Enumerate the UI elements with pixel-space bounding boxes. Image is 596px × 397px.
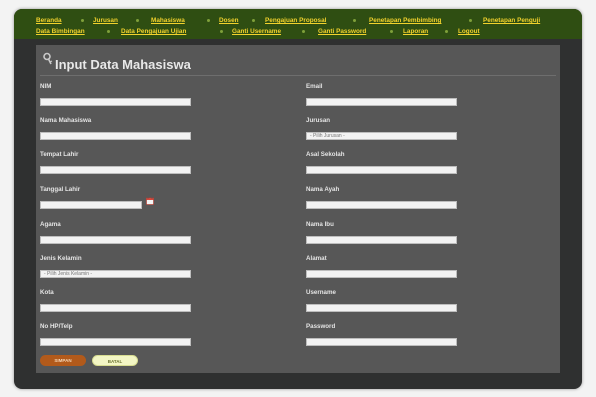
app-window: Beranda Jurusan Mahasiswa Dosen Pengajua…: [14, 9, 582, 389]
tempat-lahir-field[interactable]: [40, 166, 191, 174]
label-password: Password: [306, 323, 336, 330]
top-navigation: Beranda Jurusan Mahasiswa Dosen Pengajua…: [14, 9, 582, 39]
label-nama-mahasiswa: Nama Mahasiswa: [40, 117, 92, 124]
label-jurusan: Jurusan: [306, 117, 331, 124]
jenis-kelamin-select[interactable]: - Pilih Jenis Kelamin -: [40, 270, 191, 278]
nama-mahasiswa-field[interactable]: [40, 132, 191, 140]
label-asal-sekolah: Asal Sekolah: [306, 151, 345, 158]
nama-ayah-field[interactable]: [306, 201, 457, 209]
calendar-icon[interactable]: [146, 197, 154, 205]
label-kota: Kota: [40, 289, 54, 296]
label-username: Username: [306, 289, 336, 296]
nav-penetapan-penguji[interactable]: Penetapan Penguji: [483, 17, 540, 24]
nav-separator: [207, 19, 210, 22]
jurusan-select[interactable]: - Pilih Jurusan -: [306, 132, 457, 140]
label-nama-ayah: Nama Ayah: [306, 186, 340, 193]
nav-separator: [390, 30, 393, 33]
kota-field[interactable]: [40, 304, 191, 312]
form-panel: Input Data Mahasiswa NIM Nama Mahasiswa …: [36, 45, 560, 373]
key-icon: [43, 52, 53, 65]
username-field[interactable]: [306, 304, 457, 312]
nav-separator: [353, 19, 356, 22]
nav-data-pengajuan-ujian[interactable]: Data Pengajuan Ujian: [121, 28, 186, 35]
label-no-hp: No HP/Telp: [40, 323, 73, 330]
nav-beranda[interactable]: Beranda: [36, 17, 62, 24]
tanggal-lahir-field[interactable]: [40, 201, 142, 209]
nav-dosen[interactable]: Dosen: [219, 17, 239, 24]
nav-separator: [81, 19, 84, 22]
nav-separator: [220, 30, 223, 33]
alamat-field[interactable]: [306, 270, 457, 278]
label-tanggal-lahir: Tanggal Lahir: [40, 186, 81, 193]
asal-sekolah-field[interactable]: [306, 166, 457, 174]
nim-field[interactable]: [40, 98, 191, 106]
nav-jurusan[interactable]: Jurusan: [93, 17, 118, 24]
nav-separator: [302, 30, 305, 33]
agama-field[interactable]: [40, 236, 191, 244]
nav-separator: [469, 19, 472, 22]
nav-mahasiswa[interactable]: Mahasiswa: [151, 17, 185, 24]
nama-ibu-field[interactable]: [306, 236, 457, 244]
nav-separator: [445, 30, 448, 33]
cancel-button[interactable]: BATAL: [92, 355, 138, 366]
label-alamat: Alamat: [306, 255, 327, 262]
nav-pengajuan-proposal[interactable]: Pengajuan Proposal: [265, 17, 326, 24]
nav-laporan[interactable]: Laporan: [403, 28, 428, 35]
nav-data-bimbingan[interactable]: Data Bimbingan: [36, 28, 85, 35]
label-jenis-kelamin: Jenis Kelamin: [40, 255, 82, 262]
label-tempat-lahir: Tempat Lahir: [40, 151, 79, 158]
panel-header: Input Data Mahasiswa: [40, 49, 556, 76]
email-field[interactable]: [306, 98, 457, 106]
nav-logout[interactable]: Logout: [458, 28, 480, 35]
page-title: Input Data Mahasiswa: [55, 57, 191, 72]
nav-separator: [107, 30, 110, 33]
label-nim: NIM: [40, 83, 52, 90]
save-button[interactable]: SIMPAN: [40, 355, 86, 366]
label-nama-ibu: Nama Ibu: [306, 221, 334, 228]
label-agama: Agama: [40, 221, 61, 228]
no-hp-field[interactable]: [40, 338, 191, 346]
nav-ganti-password[interactable]: Ganti Password: [318, 28, 366, 35]
label-email: Email: [306, 83, 323, 90]
password-field[interactable]: [306, 338, 457, 346]
nav-ganti-username[interactable]: Ganti Username: [232, 28, 281, 35]
nav-separator: [252, 19, 255, 22]
nav-penetapan-pembimbing[interactable]: Penetapan Pembimbing: [369, 17, 441, 24]
nav-separator: [136, 19, 139, 22]
